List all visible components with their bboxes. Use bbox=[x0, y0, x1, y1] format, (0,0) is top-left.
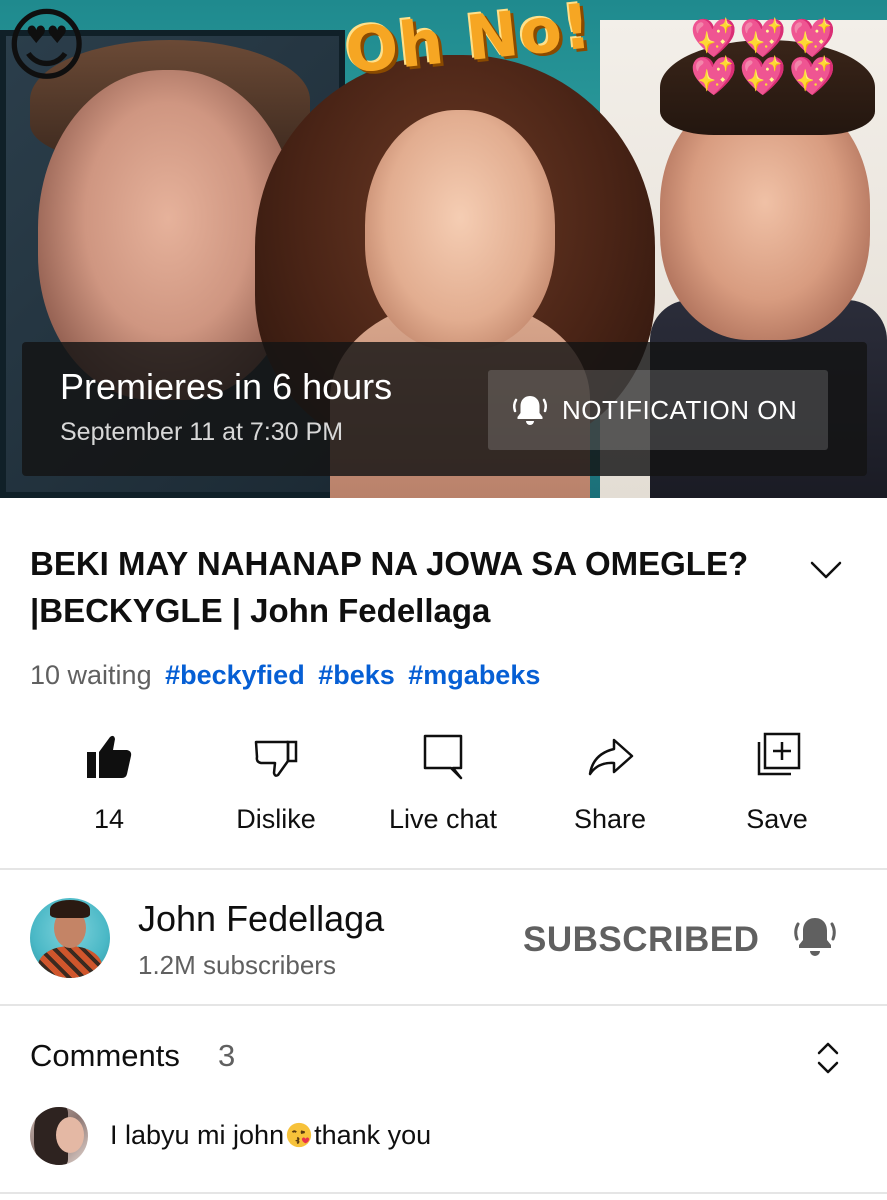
unfold-icon[interactable] bbox=[812, 1038, 844, 1078]
save-label: Save bbox=[746, 804, 808, 834]
hashtag-link[interactable]: #beks bbox=[318, 660, 395, 690]
channel-name[interactable]: John Fedellaga bbox=[138, 898, 384, 940]
premiere-title: Premieres in 6 hours bbox=[60, 366, 393, 407]
comment-text-part: I labyu mi john bbox=[110, 1120, 285, 1150]
commenter-avatar[interactable] bbox=[30, 1107, 88, 1165]
premiere-date: September 11 at 7:30 PM bbox=[60, 418, 344, 446]
hearts-crown: 💖💖💖 💖💖💖 bbox=[690, 20, 838, 96]
divider bbox=[0, 1004, 887, 1006]
channel-avatar[interactable] bbox=[30, 898, 110, 978]
video-meta: 10 waiting #beckyfied #beks #mgabeks bbox=[30, 660, 540, 691]
thumbs-down-icon bbox=[254, 740, 298, 777]
bell-ringing-icon bbox=[512, 396, 548, 425]
heart-icon: 💖 bbox=[690, 18, 740, 60]
add-to-playlist-icon bbox=[757, 732, 801, 776]
thumbnail-oh-no-text: Oh No! bbox=[341, 0, 596, 88]
heart-icon: 💖 bbox=[739, 56, 789, 98]
hashtag-link[interactable]: #beckyfied bbox=[165, 660, 305, 690]
like-button[interactable]: 14 bbox=[29, 730, 189, 835]
comments-count: 3 bbox=[218, 1038, 236, 1073]
share-button[interactable]: Share bbox=[530, 730, 690, 835]
live-chat-label: Live chat bbox=[388, 804, 498, 834]
share-arrow-icon bbox=[588, 738, 634, 776]
action-bar: 14 Dislike Live chat Share Save bbox=[0, 730, 887, 840]
bell-filled-icon[interactable] bbox=[790, 912, 840, 962]
divider bbox=[0, 868, 887, 870]
hashtag-link[interactable]: #mgabeks bbox=[408, 660, 540, 690]
comments-title[interactable]: Comments bbox=[30, 1038, 180, 1074]
dislike-label: Dislike bbox=[236, 804, 316, 834]
share-label: Share bbox=[573, 804, 647, 834]
waiting-count: 10 waiting bbox=[30, 660, 152, 690]
like-count: 14 bbox=[93, 804, 125, 834]
dislike-button[interactable]: Dislike bbox=[196, 730, 356, 835]
thumbs-up-filled-icon bbox=[87, 735, 132, 778]
divider bbox=[0, 1192, 887, 1194]
subscriber-count: 1.2M subscribers bbox=[138, 950, 336, 980]
notification-on-button[interactable]: NOTIFICATION ON bbox=[488, 370, 828, 450]
thumbnail-center-face bbox=[365, 110, 555, 350]
heart-icon: 💖 bbox=[788, 18, 838, 60]
heart-icon: 💖 bbox=[739, 18, 789, 60]
save-button[interactable]: Save bbox=[697, 730, 857, 835]
chevron-down-icon[interactable] bbox=[806, 550, 846, 590]
heart-eyes-emoji: 😍 bbox=[5, 1, 89, 90]
chat-icon bbox=[423, 734, 463, 780]
comment-text[interactable]: I labyu mi john thank you bbox=[110, 1120, 431, 1151]
subscribed-button[interactable]: SUBSCRIBED bbox=[523, 920, 759, 960]
video-title[interactable]: BEKI MAY NAHANAP NA JOWA SA OMEGLE? |BEC… bbox=[30, 540, 750, 634]
video-thumbnail[interactable]: Oh No! 😍 💖💖💖 💖💖💖 Premieres in 6 hours Se… bbox=[0, 0, 887, 498]
kissing-face-icon bbox=[286, 1122, 312, 1148]
notification-label: NOTIFICATION ON bbox=[562, 394, 798, 425]
comment-text-part: thank you bbox=[314, 1120, 432, 1150]
heart-icon: 💖 bbox=[788, 56, 838, 98]
live-chat-button[interactable]: Live chat bbox=[363, 730, 523, 835]
heart-icon: 💖 bbox=[690, 56, 740, 98]
